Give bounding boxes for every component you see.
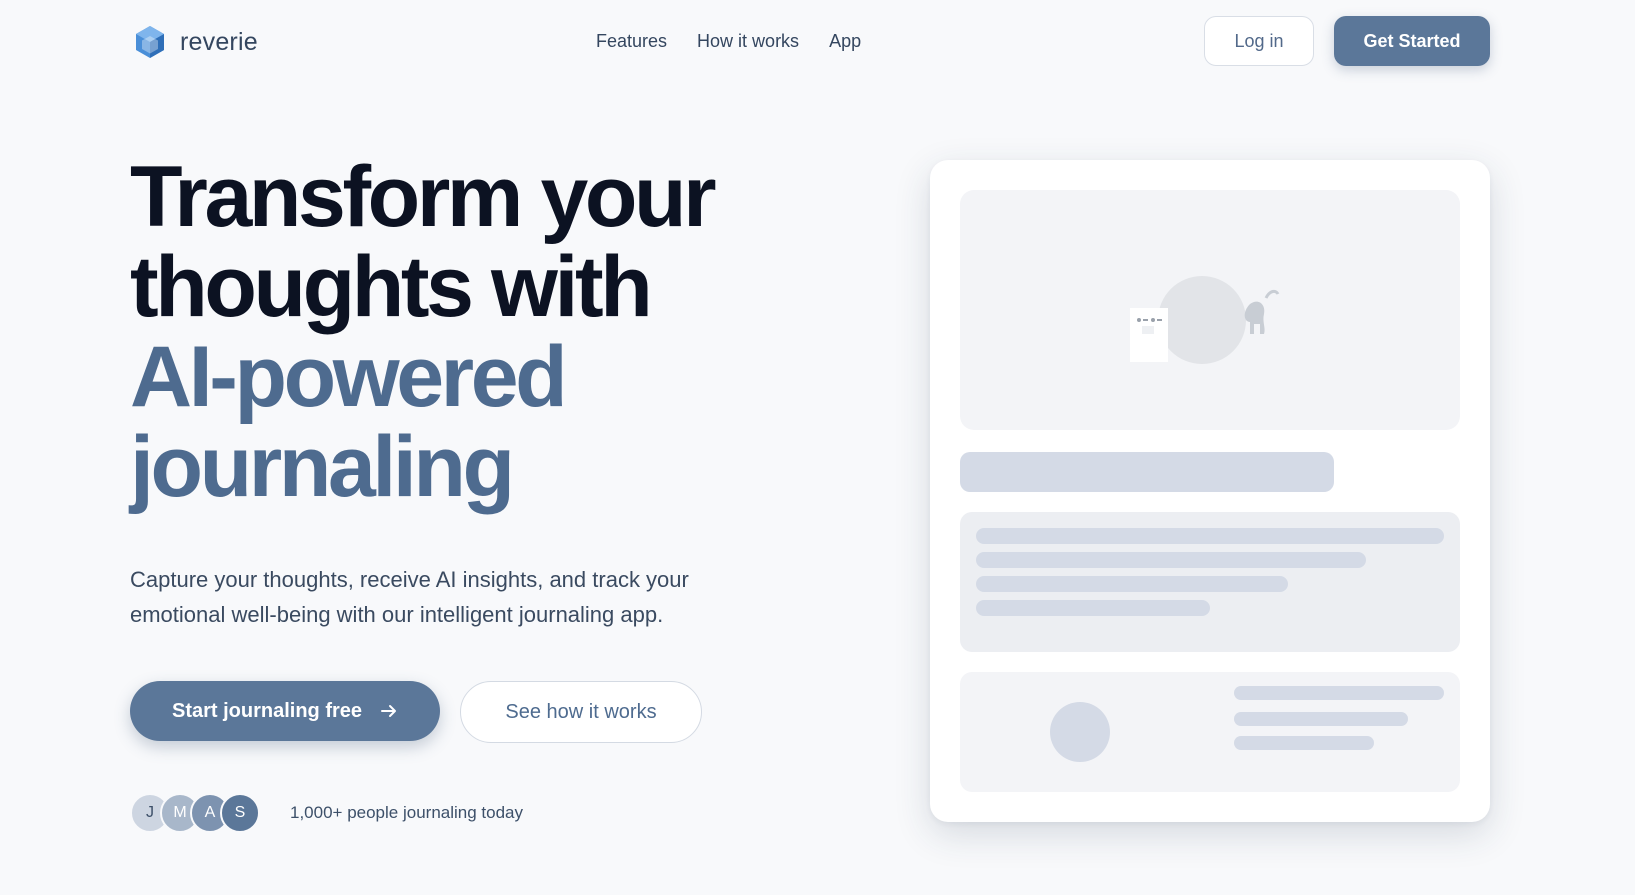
- skeleton-line: [976, 528, 1444, 544]
- skeleton-text-block: [960, 512, 1460, 652]
- preview-illustration: [960, 190, 1460, 430]
- skeleton-avatar: [1050, 702, 1110, 762]
- hero-title-accent-line-2: journaling: [130, 419, 515, 515]
- nav-link-features[interactable]: Features: [596, 28, 667, 54]
- avatar-stack: J M A S: [130, 793, 260, 833]
- start-journaling-label: Start journaling free: [171, 699, 363, 722]
- brand-logo-link[interactable]: reverie: [134, 24, 258, 60]
- skeleton-line: [976, 600, 1210, 616]
- loading-illustration: [1130, 276, 1280, 364]
- nav-link-how-it-works[interactable]: How it works: [697, 28, 799, 54]
- brand-name: reverie: [180, 27, 258, 56]
- app-preview-card: [930, 160, 1490, 822]
- hero-title-accent-line-1: AI-powered: [130, 329, 568, 425]
- start-journaling-button[interactable]: Start journaling free: [130, 681, 440, 741]
- login-button[interactable]: Log in: [1204, 16, 1314, 66]
- skeleton-bottom-block: [960, 672, 1460, 792]
- nav-link-app[interactable]: App: [829, 28, 861, 54]
- skeleton-line: [1234, 736, 1374, 750]
- skeleton-line: [976, 576, 1288, 592]
- skeleton-title: [960, 452, 1334, 492]
- cube-icon: [134, 25, 166, 59]
- see-how-it-works-button[interactable]: See how it works: [460, 681, 702, 743]
- hero-subtitle: Capture your thoughts, receive AI insigh…: [130, 567, 689, 627]
- social-proof-text: 1,000+ people journaling today: [290, 803, 523, 822]
- social-proof: J M A S 1,000+ people journaling today: [130, 793, 523, 833]
- avatar: S: [220, 793, 260, 833]
- get-started-button[interactable]: Get Started: [1334, 16, 1490, 66]
- arrow-right-icon: [380, 702, 398, 720]
- skeleton-line: [1234, 686, 1444, 700]
- skeleton-line: [976, 552, 1366, 568]
- nav-links: Features How it works App: [596, 28, 861, 54]
- hero-title-line-1: Transform your: [130, 149, 717, 245]
- top-navigation: reverie Features How it works App Log in…: [0, 0, 1635, 84]
- hero-title-line-2: thoughts with: [130, 239, 653, 335]
- hero-title: Transform your thoughts with AI-powered …: [130, 152, 830, 512]
- skeleton-line: [1234, 712, 1408, 726]
